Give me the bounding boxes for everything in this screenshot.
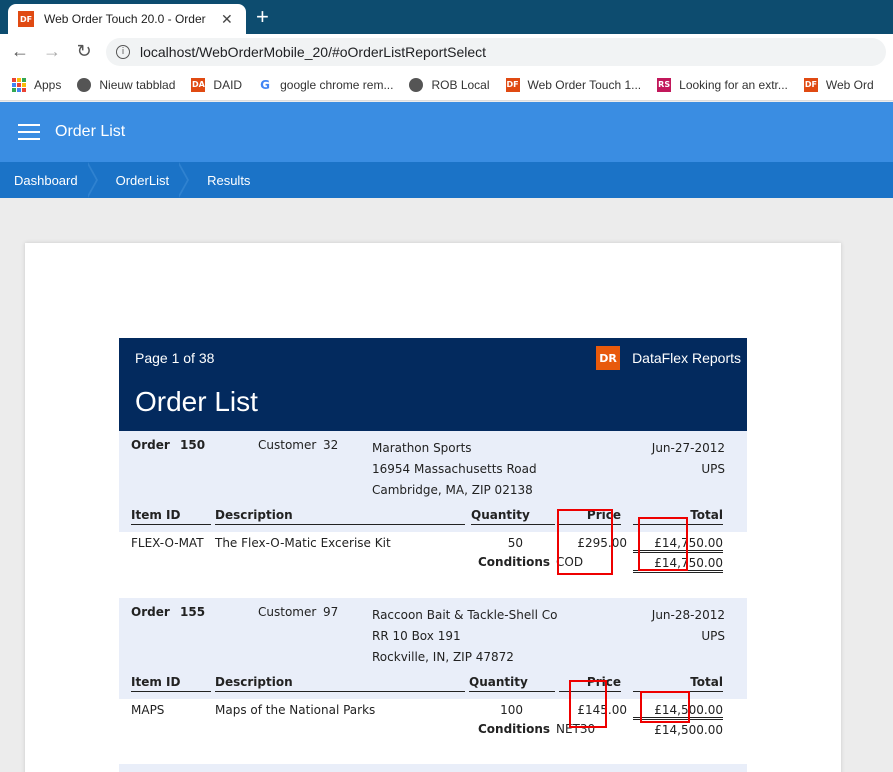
- globe-icon: [409, 77, 424, 92]
- bookmark-looking-for[interactable]: RS Looking for an extr...: [657, 77, 788, 92]
- bookmark-label: ROB Local: [431, 77, 490, 92]
- col-item-id: Item ID: [131, 675, 211, 692]
- col-description: Description: [215, 508, 465, 525]
- order-header: Order 155 Customer 97 Raccoon Bait & Tac…: [119, 598, 747, 699]
- highlight-box-total: [640, 691, 690, 723]
- col-total: Total: [633, 675, 723, 692]
- dataflex-logo-icon: DF: [803, 77, 818, 92]
- item-description: The Flex-O-Matic Excerise Kit: [215, 536, 391, 550]
- customer-street: 16954 Massachusetts Road: [372, 462, 537, 476]
- globe-icon: [77, 77, 92, 92]
- tab-title: Web Order Touch 20.0 - Order List: [44, 12, 209, 26]
- order-block: Order 155 Customer 97 Raccoon Bait & Tac…: [119, 598, 747, 759]
- customer-address: Raccoon Bait & Tackle-Shell Co RR 10 Box…: [372, 605, 557, 668]
- order-label: Order: [131, 438, 170, 452]
- customer-city: Cambridge, MA, ZIP 02138: [372, 483, 533, 497]
- bookmark-apps[interactable]: Apps: [12, 77, 62, 92]
- page-indicator: Page 1 of 38: [135, 350, 215, 366]
- customer-label: Customer: [258, 605, 317, 619]
- rs-logo-icon: RS: [657, 77, 672, 92]
- report-header: Page 1 of 38 DR DataFlex Reports Order L…: [119, 338, 747, 431]
- customer-label: Customer: [258, 438, 317, 452]
- bookmark-rob-local[interactable]: ROB Local: [409, 77, 490, 92]
- highlight-box-total: [638, 517, 688, 571]
- customer-number: 32: [323, 438, 339, 452]
- url-text: localhost/WebOrderMobile_20/#oOrderListR…: [140, 43, 487, 60]
- app-title: Order List: [55, 123, 126, 140]
- bookmarks-bar: Apps Nieuw tabblad DA DAID G google chro…: [0, 69, 893, 101]
- apps-grid-icon: [12, 77, 26, 92]
- next-order-band: [119, 764, 747, 772]
- customer-number: 97: [323, 605, 339, 619]
- customer-address: Marathon Sports 16954 Massachusetts Road…: [372, 438, 537, 501]
- bookmark-label: Web Ord: [825, 77, 874, 92]
- breadcrumb-results[interactable]: Results: [187, 162, 268, 198]
- bookmark-label: Looking for an extr...: [679, 77, 788, 92]
- bookmark-web-order-touch[interactable]: DF Web Order Touch 1...: [505, 77, 642, 92]
- bookmark-label: DAID: [213, 77, 243, 92]
- breadcrumb-dashboard[interactable]: Dashboard: [0, 162, 98, 198]
- reload-icon[interactable]: ↻: [68, 41, 100, 62]
- order-date: Jun-27-2012: [651, 441, 725, 455]
- customer-city: Rockville, IN, ZIP 47872: [372, 650, 514, 664]
- dataflex-favicon-icon: DF: [18, 11, 34, 27]
- item-description: Maps of the National Parks: [215, 703, 376, 717]
- bookmark-daid[interactable]: DA DAID: [191, 77, 243, 92]
- info-icon[interactable]: i: [116, 44, 130, 59]
- customer-name: Raccoon Bait & Tackle-Shell Co: [372, 608, 558, 622]
- item-id: MAPS: [131, 703, 165, 717]
- conditions-label: Conditions: [478, 555, 551, 569]
- col-quantity: Quantity: [471, 508, 555, 525]
- breadcrumb: Dashboard OrderList Results: [0, 162, 893, 198]
- item-id: FLEX-O-MAT: [131, 536, 204, 550]
- order-date-ship: Jun-27-2012 UPS: [652, 438, 725, 480]
- back-arrow-icon[interactable]: ←: [4, 41, 36, 62]
- order-date-ship: Jun-28-2012 UPS: [652, 605, 725, 647]
- bookmark-label: Nieuw tabblad: [99, 77, 176, 92]
- browser-tabstrip: DF Web Order Touch 20.0 - Order List ✕ +: [0, 0, 893, 34]
- ship-via: UPS: [701, 462, 725, 476]
- bookmark-nieuw-tabblad[interactable]: Nieuw tabblad: [77, 77, 176, 92]
- bookmark-label: Apps: [34, 77, 62, 92]
- order-number: 150: [180, 438, 206, 452]
- menu-icon[interactable]: [18, 124, 40, 140]
- bookmark-google[interactable]: G google chrome rem...: [258, 77, 394, 92]
- address-bar-row: ← → ↻ i localhost/WebOrderMobile_20/#oOr…: [0, 34, 893, 69]
- report-title: Order List: [135, 386, 258, 417]
- url-input[interactable]: i localhost/WebOrderMobile_20/#oOrderLis…: [106, 37, 886, 66]
- app-header: Order List: [0, 102, 893, 162]
- report-page: Page 1 of 38 DR DataFlex Reports Order L…: [25, 243, 841, 772]
- browser-tab[interactable]: DF Web Order Touch 20.0 - Order List ✕: [8, 4, 246, 34]
- close-icon[interactable]: ✕: [221, 11, 233, 28]
- highlight-box-price: [557, 509, 613, 575]
- order-total: £14,500.00: [654, 723, 723, 737]
- col-item-id: Item ID: [131, 508, 211, 525]
- google-icon: G: [258, 77, 273, 92]
- dataflex-reports-logo-icon: DR: [596, 346, 621, 370]
- customer-name: Marathon Sports: [372, 441, 472, 455]
- item-quantity: 100: [500, 703, 523, 717]
- bookmark-web-ord[interactable]: DF Web Ord: [803, 77, 874, 92]
- customer-street: RR 10 Box 191: [372, 629, 461, 643]
- breadcrumb-orderlist[interactable]: OrderList: [96, 162, 190, 198]
- col-quantity: Quantity: [469, 675, 555, 692]
- bookmark-label: google chrome rem...: [280, 77, 394, 92]
- col-description: Description: [215, 675, 465, 692]
- daid-logo-icon: DA: [191, 77, 206, 92]
- order-number: 155: [180, 605, 206, 619]
- order-date: Jun-28-2012: [651, 608, 725, 622]
- conditions-label: Conditions: [478, 722, 551, 736]
- brand: DR DataFlex Reports: [596, 346, 741, 370]
- order-label: Order: [131, 605, 170, 619]
- bookmark-label: Web Order Touch 1...: [527, 77, 642, 92]
- forward-arrow-icon[interactable]: →: [36, 41, 68, 62]
- brand-name: DataFlex Reports: [632, 350, 741, 366]
- ship-via: UPS: [701, 629, 725, 643]
- new-tab-button[interactable]: +: [256, 5, 269, 29]
- dataflex-logo-icon: DF: [505, 77, 520, 92]
- item-quantity: 50: [507, 536, 523, 550]
- highlight-box-price: [569, 680, 607, 728]
